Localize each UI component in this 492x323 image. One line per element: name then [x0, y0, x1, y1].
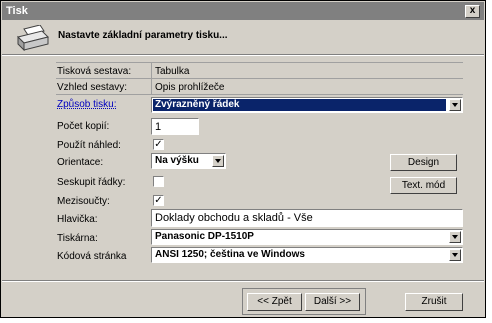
preview-checkbox[interactable]: ✓	[153, 139, 164, 150]
printer-icon	[17, 25, 49, 51]
mode-value: Zvýrazněný řádek	[153, 99, 446, 111]
footer-divider	[2, 280, 484, 282]
header-input[interactable]: Doklady obchodu a skladů - Vše	[151, 209, 463, 227]
chevron-down-icon[interactable]	[449, 249, 461, 261]
print-dialog: Tisk x Nastavte základní parametry tisku…	[0, 0, 486, 318]
group-label: Seskupit řádky:	[57, 177, 126, 188]
group-checkbox[interactable]	[153, 176, 164, 187]
header-title: Nastavte základní parametry tisku...	[58, 30, 228, 41]
view-value: Opis prohlížeče	[155, 82, 225, 93]
title-bar[interactable]: Tisk x	[2, 2, 484, 20]
close-icon: x	[469, 5, 476, 16]
report-value: Tabulka	[155, 66, 190, 77]
report-label: Tisková sestava:	[57, 66, 132, 77]
header-field-value: Doklady obchodu a skladů - Vše	[155, 212, 313, 224]
chevron-down-icon[interactable]	[449, 231, 461, 243]
cancel-button[interactable]: Zrušit	[405, 293, 463, 311]
dialog-header: Nastavte základní parametry tisku...	[2, 20, 484, 54]
printer-label: Tiskárna:	[57, 233, 98, 244]
printer-combo[interactable]: Panasonic DP-1510P	[151, 229, 463, 245]
chevron-down-icon[interactable]	[212, 155, 224, 167]
copies-value: 1	[155, 121, 162, 133]
orientation-label: Orientace:	[57, 157, 104, 168]
header-field-label: Hlavička:	[57, 214, 98, 225]
header-divider	[2, 54, 484, 56]
back-button[interactable]: << Zpět	[247, 293, 302, 311]
window-title: Tisk	[6, 5, 28, 17]
codepage-label: Kódová stránka	[57, 251, 127, 262]
subtotals-label: Mezisoučty:	[57, 196, 110, 207]
mode-label: Způsob tisku:	[57, 99, 117, 110]
text-mode-button[interactable]: Text. mód	[390, 177, 457, 194]
readonly-border-middle	[56, 78, 463, 79]
codepage-combo[interactable]: ANSI 1250; čeština ve Windows	[151, 247, 463, 263]
orientation-combo[interactable]: Na výšku	[151, 153, 226, 169]
view-label: Vzhled sestavy:	[57, 82, 128, 93]
readonly-column-divider	[151, 62, 152, 94]
chevron-down-icon[interactable]	[449, 99, 461, 111]
readonly-border-bottom	[56, 94, 463, 95]
printer-value: Panasonic DP-1510P	[155, 231, 254, 242]
next-button[interactable]: Další >>	[305, 293, 360, 311]
copies-input[interactable]: 1	[151, 118, 199, 135]
readonly-border-top	[56, 62, 463, 63]
preview-label: Použít náhled:	[57, 140, 121, 151]
subtotals-checkbox[interactable]: ✓	[153, 195, 164, 206]
codepage-value: ANSI 1250; čeština ve Windows	[155, 249, 305, 260]
close-button[interactable]: x	[465, 5, 480, 18]
design-button[interactable]: Design	[390, 154, 457, 171]
copies-label: Počet kopií:	[57, 121, 110, 132]
mode-combo[interactable]: Zvýrazněný řádek	[151, 97, 463, 113]
orientation-value: Na výšku	[155, 155, 199, 166]
